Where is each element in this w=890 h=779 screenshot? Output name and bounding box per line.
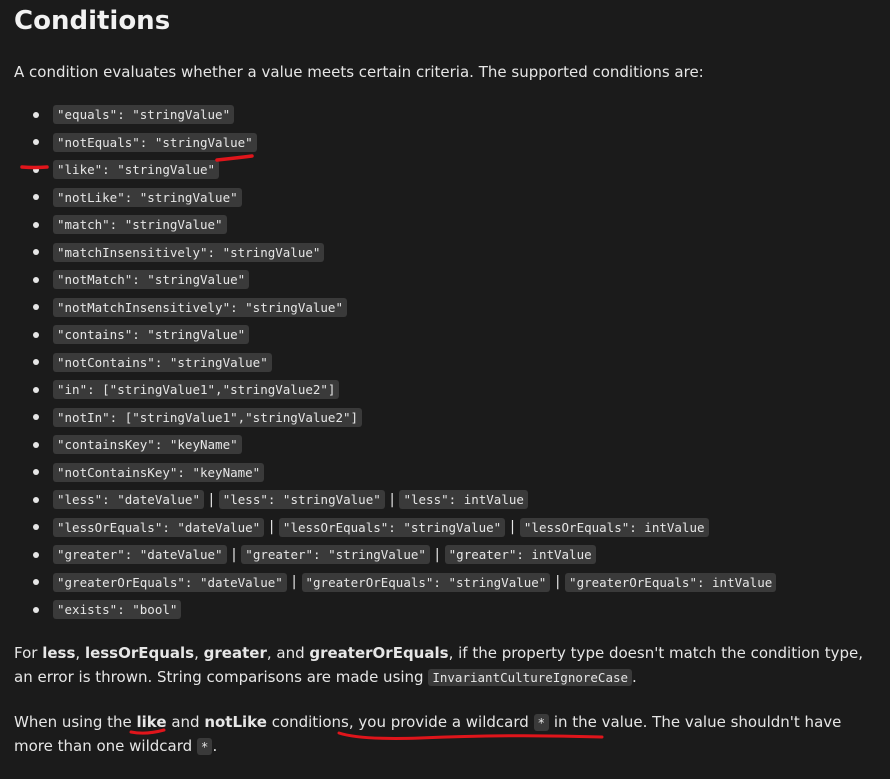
separator-pipe: | [389,491,395,508]
p1-bold-lessorequals: lessOrEquals [84,644,195,662]
condition-code: "greater": intValue [444,545,596,565]
separator-pipe: | [291,574,297,591]
separator-pipe: | [555,574,561,591]
condition-list-item: "in": ["stringValue1","stringValue2"] [0,376,776,404]
separator-pipe: | [510,519,515,536]
condition-list-item: "matchInsensitively": "stringValue" [0,239,776,267]
condition-code: "equals": "stringValue" [53,105,235,125]
condition-code: "like": "stringValue" [53,160,220,180]
wildcard-note-paragraph: When using the like and notLike conditio… [14,710,880,758]
p2-bold-notlike: notLike [204,713,267,731]
condition-list-item: "notContains": "stringValue" [0,349,776,377]
condition-code: "exists": "bool" [53,600,182,620]
condition-code: "greaterOrEquals": intValue [565,572,777,592]
condition-code: "notMatch": "stringValue" [53,270,250,290]
p1-text-1: For [14,644,43,662]
condition-code: "match": "stringValue" [53,215,227,235]
condition-code: "less": "stringValue" [218,490,385,510]
comparison-note-paragraph: For less, lessOrEquals, greater, and gre… [14,641,880,689]
condition-code: "lessOrEquals": "dateValue" [53,517,265,537]
condition-list-item: "like": "stringValue" [0,156,776,184]
condition-code: "in": ["stringValue1","stringValue2"] [53,380,340,400]
condition-list-item: "notEquals": "stringValue" [0,129,776,157]
condition-code: "lessOrEquals": intValue [519,517,709,537]
condition-list-item: "greaterOrEquals": "dateValue" | "greaterO… [0,569,777,597]
condition-code: "less": intValue [399,490,528,510]
condition-code: "contains": "stringValue" [53,325,250,345]
condition-code: "notContainsKey": "keyName" [53,462,265,482]
condition-list-item: "exists": "bool" [0,596,776,624]
p1-bold-less: less [42,644,76,662]
p2-code-wildcard-2: * [196,738,213,755]
condition-code: "notLike": "stringValue" [53,187,242,207]
condition-code: "greater": "dateValue" [53,545,227,565]
p2-bold-like: like [136,713,167,731]
condition-list-item: "notMatch": "stringValue" [0,266,776,294]
condition-code: "greaterOrEquals": "stringValue" [301,572,551,592]
p2-text-3: conditions, you provide a wildcard [266,713,534,731]
condition-list-item: "notContainsKey": "keyName" [0,459,776,487]
condition-code: "lessOrEquals": "stringValue" [278,517,506,537]
p2-text-2: and [166,713,205,731]
p1-text-6: . [632,668,637,686]
condition-code: "notIn": ["stringValue1","stringValue2"] [53,407,363,427]
condition-list-item: "equals": "stringValue" [0,101,776,129]
page-title: Conditions [14,6,171,36]
separator-pipe: | [231,546,237,563]
condition-code: "notContains": "stringValue" [53,352,272,372]
condition-list-item: "less": "dateValue" | "less": "stringValue… [0,486,776,514]
condition-list-item: "notMatchInsensitively": "stringValue" [0,294,776,322]
condition-code: "greater": "stringValue" [241,545,430,565]
condition-code: "notEquals": "stringValue" [53,132,257,152]
p1-code-invariant: InvariantCultureIgnoreCase [428,669,633,686]
condition-code: "less": "dateValue" [53,490,204,510]
condition-code: "greaterOrEquals": "dateValue" [53,572,287,592]
p2-code-wildcard-1: * [533,714,550,731]
intro-text: A condition evaluates whether a value me… [14,63,704,81]
p1-text-3: , [194,644,204,662]
p1-text-2: , [75,644,85,662]
condition-code: "matchInsensitively": "stringValue" [53,242,325,262]
p1-text-4: , and [266,644,310,662]
condition-list-item: "greater": "dateValue" | "greater": "strin… [0,541,776,569]
p2-text-1: When using the [14,713,137,731]
condition-list-item: "lessOrEquals": "dateValue" | "lessOrEqual… [0,514,776,542]
condition-list-item: "containsKey": "keyName" [0,431,776,459]
condition-code: "notMatchInsensitively": "stringValue" [53,297,347,317]
separator-pipe: | [209,491,214,508]
separator-pipe: | [434,546,440,563]
condition-list-item: "notLike": "stringValue" [0,184,776,212]
condition-code: "containsKey": "keyName" [53,435,242,455]
condition-list-item: "match": "stringValue" [0,211,776,239]
p1-bold-greaterorequals: greaterOrEquals [309,644,449,662]
p2-text-5: . [212,737,218,755]
condition-list-item: "notIn": ["stringValue1","stringValue2"] [0,404,776,432]
conditions-list: "equals": "stringValue" "notEquals": "str… [0,101,777,624]
p1-bold-greater: greater [203,644,267,662]
separator-pipe: | [269,519,274,536]
document-page: Conditions A condition evaluates whether… [0,0,890,779]
condition-list-item: "contains": "stringValue" [0,321,776,349]
